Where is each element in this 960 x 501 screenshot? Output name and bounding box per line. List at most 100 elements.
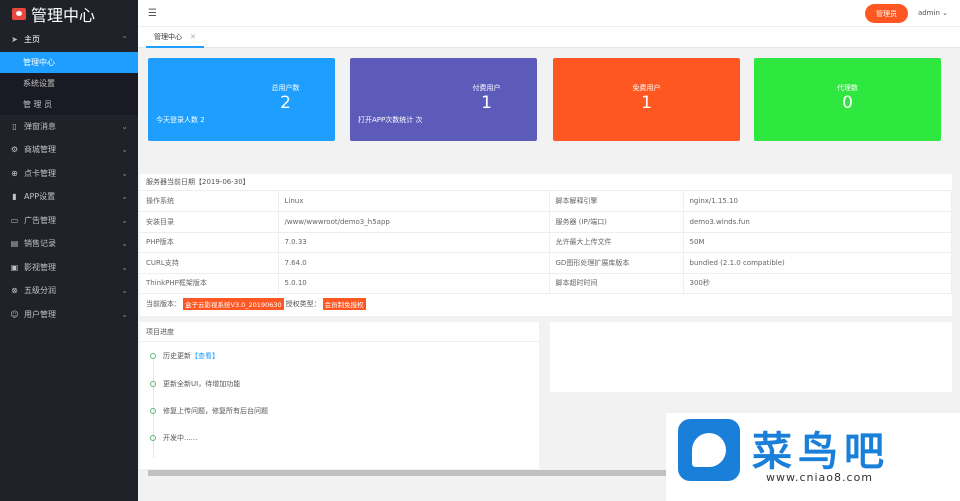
share-icon: ⊗ [11,286,18,296]
server-info-panel: 服务器当前日期【2019-06-30】 操作系统 Linux 脚本解释引擎 ng… [140,174,952,316]
sidebar-item-profit[interactable]: ⊗ 五级分润 ⌄ [0,279,138,303]
chevron-down-icon: ⌄ [121,215,128,225]
timeline-dot-icon [150,435,156,441]
sidebar-item-label: 用户管理 [24,309,56,319]
sidebar-item-ads[interactable]: ▭ 广告管理 ⌄ [0,209,138,233]
chevron-down-icon: ⌄ [121,309,128,319]
sidebar: 管理中心 ➤ 主页 ⌃ 管理中心 系统设置 管 理 员 ▯ 弹窗消息 ⌄ ⚙ 商城管… [0,0,138,501]
close-icon[interactable]: ✕ [190,33,196,41]
sidebar-item-popup[interactable]: ▯ 弹窗消息 ⌄ [0,115,138,139]
table-cell: CURL支持 [140,252,279,274]
table-row: 操作系统 Linux 脚本解释引擎 nginx/1.15.10 [140,191,952,212]
menu-toggle-icon[interactable]: ☰ [148,8,157,19]
bird-icon [692,433,726,467]
timeline-dot-icon [150,381,156,387]
license-label: 授权类型： [285,300,321,308]
chevron-down-icon: ⌄ [121,239,128,249]
sidebar-item-cards[interactable]: ⊕ 点卡管理 ⌄ [0,162,138,186]
chevron-down-icon: ⌄ [121,192,128,202]
timeline-text: 历史更新 [163,352,191,360]
table-cell: ThinkPHP框架版本 [140,273,279,294]
table-cell: 脚本超时时间 [549,273,684,294]
license-badge: 会员制免授权 [322,298,366,310]
table-cell: 50M [683,232,952,253]
sidebar-item-label: 五级分润 [24,286,56,296]
chevron-up-icon: ⌃ [121,35,128,45]
chevron-down-icon: ⌄ [121,168,128,178]
admin-role-button[interactable]: 管理员 [865,4,908,23]
sidebar-item-label: 商城管理 [24,145,56,155]
tab-label: 管理中心 [154,32,182,41]
sidebar-item-label: 弹窗消息 [24,121,56,131]
version-line: 当前版本： 盒子云影视系统V3.0_20190630 授权类型： 会员制免授权 [140,294,952,314]
chevron-down-icon: ⌄ [942,9,948,17]
table-cell: PHP版本 [140,232,279,253]
chevron-down-icon: ⌄ [121,121,128,131]
sidebar-item-label: 主页 [24,35,40,45]
cart-icon: ⊕ [11,168,18,178]
film-icon: ▣ [10,262,19,272]
progress-title: 项目进度 [140,322,539,342]
table-row: ThinkPHP框架版本 5.0.10 脚本超时时间 300秒 [140,273,952,294]
sidebar-item-users[interactable]: ☺ 用户管理 ⌄ [0,303,138,327]
stat-title: 免费用户 [632,84,661,92]
watermark-text: 菜鸟吧 [752,429,890,475]
paper-plane-icon: ➤ [11,35,18,45]
stat-card-paid-users: 付费用户 1 打开APP次数统计 次 [350,58,537,141]
timeline-text: 更新全新UI，待增加功能 [163,380,241,388]
stat-card-total-users: 总用户数 2 今天登录人数 2 [148,58,335,141]
tabs-bar: 管理中心 ✕ [138,27,960,48]
timeline-text: 修复上传问题，修复所有后台问题 [163,407,268,415]
timeline-item: 历史更新 【查看】 [150,351,219,361]
table-cell: 300秒 [683,273,952,294]
timeline-text: 开发中...... [163,434,198,442]
sidebar-item-label: APP设置 [24,192,56,202]
stat-extra: 打开APP次数统计 次 [358,116,423,124]
sidebar-submenu-home: 管理中心 系统设置 管 理 员 [0,51,138,115]
table-row: PHP版本 7.0.33 允许最大上传文件 50M [140,232,952,253]
sidebar-item-app[interactable]: ▮ APP设置 ⌄ [0,185,138,209]
gear-icon: ⚙ [10,145,19,155]
stat-card-agents: 代理数 0 [754,58,941,141]
stat-card-free-users: 免费用户 1 [553,58,740,141]
project-progress-panel: 项目进度 历史更新 【查看】 更新全新UI，待增加功能 修复上传问题，修复所有后… [140,322,539,470]
blank-panel [550,322,952,392]
table-cell: demo3.winds.fun [683,211,952,233]
view-history-link[interactable]: 【查看】 [191,351,219,361]
table-cell: Linux [278,191,550,212]
user-icon: ☺ [10,309,19,319]
table-cell: 服务器 (IP/端口) [549,211,684,233]
sidebar-item-sales[interactable]: ▤ 销售记录 ⌄ [0,232,138,256]
table-cell: 5.0.10 [278,273,550,294]
stat-value: 1 [481,93,492,113]
table-cell: nginx/1.15.10 [683,191,952,212]
timeline-dot-icon [150,408,156,414]
sidebar-subitem-settings[interactable]: 系统设置 [0,73,138,94]
app-logo[interactable]: 管理中心 [0,0,138,28]
top-header: ☰ 管理员 admin ⌄ [138,0,960,27]
sidebar-item-shop[interactable]: ⚙ 商城管理 ⌄ [0,138,138,162]
bird-logo-icon [678,419,740,481]
table-cell: 脚本解释引擎 [549,191,684,212]
chevron-down-icon: ⌄ [121,145,128,155]
sidebar-subitem-admins[interactable]: 管 理 员 [0,94,138,115]
table-cell: GD图形处理扩展库版本 [549,252,684,274]
sidebar-item-home[interactable]: ➤ 主页 ⌃ [0,28,138,52]
timeline-item: 修复上传问题，修复所有后台问题 [150,406,268,416]
sidebar-item-movies[interactable]: ▣ 影视管理 ⌄ [0,256,138,280]
watermark: 菜鸟吧 www.cniao8.com [666,413,960,501]
timeline-item: 开发中...... [150,433,197,443]
version-badge: 盒子云影视系统V3.0_20190630 [183,298,284,310]
sidebar-subitem-dashboard[interactable]: 管理中心 [0,51,138,73]
stat-value: 0 [842,93,853,113]
user-menu[interactable]: admin ⌄ [918,9,948,17]
table-cell: 操作系统 [140,191,279,212]
watermark-url: www.cniao8.com [766,471,874,484]
server-info-title: 服务器当前日期【2019-06-30】 [140,174,952,191]
timeline-item: 更新全新UI，待增加功能 [150,379,240,389]
tab-dashboard[interactable]: 管理中心 ✕ [146,27,204,48]
table-cell: 7.64.0 [278,252,550,274]
chevron-down-icon: ⌄ [121,262,128,272]
server-info-table: 操作系统 Linux 脚本解释引擎 nginx/1.15.10 安装目录 /ww… [140,191,952,294]
table-cell: /www/wwwroot/demo3_h5app [278,211,550,233]
